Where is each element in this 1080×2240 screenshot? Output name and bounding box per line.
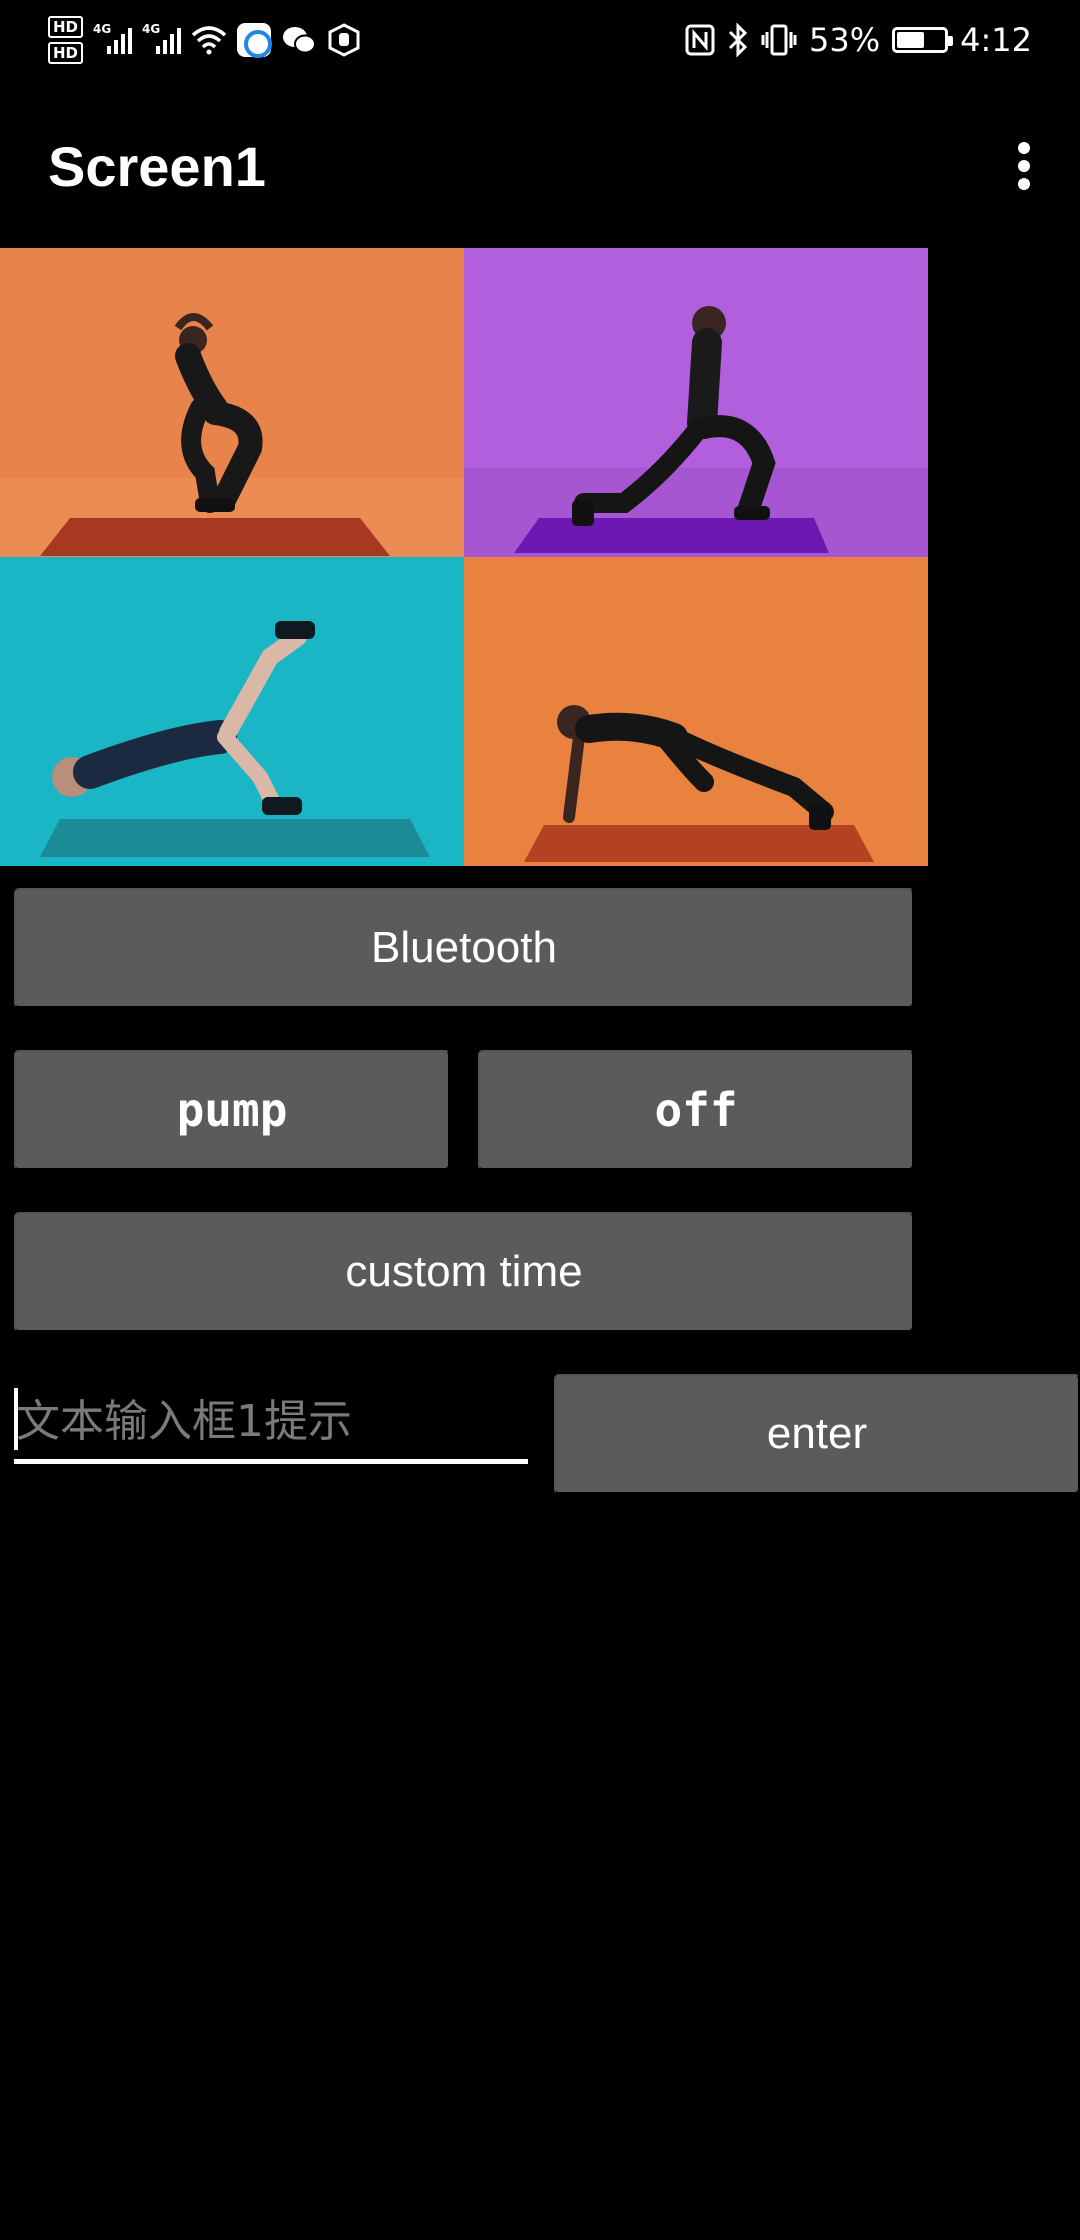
status-right: 53% 4:12 <box>685 10 1032 70</box>
battery-icon <box>892 27 954 53</box>
input-underline <box>14 1459 528 1464</box>
custom-time-button[interactable]: custom time <box>14 1212 914 1332</box>
signal-icon: 4G <box>93 22 133 54</box>
bluetooth-icon <box>728 23 748 57</box>
exercise-image <box>0 248 928 866</box>
hd2-label: HD <box>48 42 84 64</box>
nfc-icon <box>685 24 715 56</box>
network-type-label: 4G <box>142 22 161 36</box>
bluetooth-button[interactable]: Bluetooth <box>14 888 914 1008</box>
vibrate-icon <box>761 24 797 56</box>
glute-bridge-figure <box>0 557 464 866</box>
text-input-container <box>14 1384 528 1464</box>
hd-icon: HD HD <box>48 16 84 64</box>
text-cursor <box>14 1388 18 1450</box>
mountain-climber-tile <box>464 557 928 866</box>
glute-bridge-tile <box>0 557 464 866</box>
app-bar: Screen1 <box>0 100 1080 236</box>
hd1-label: HD <box>48 16 84 38</box>
signal-icon: 4G <box>142 22 182 54</box>
status-left: HD HD 4G 4G <box>48 10 361 70</box>
off-button[interactable]: off <box>478 1050 914 1170</box>
app-notification-icon <box>237 23 273 58</box>
text-input[interactable] <box>14 1384 528 1458</box>
battery-percent: 53% <box>809 21 881 59</box>
more-vert-icon[interactable] <box>1004 136 1044 196</box>
enter-button[interactable]: enter <box>554 1374 1080 1494</box>
clock: 4:12 <box>960 21 1032 59</box>
wifi-icon <box>191 26 227 55</box>
lunge-figure <box>464 248 928 557</box>
pump-button[interactable]: pump <box>14 1050 450 1170</box>
status-bar: HD HD 4G 4G 53% 4:12 <box>0 0 1080 80</box>
hand-icon <box>328 23 360 57</box>
squat-tile <box>0 248 464 557</box>
screen-title: Screen1 <box>48 135 266 198</box>
wechat-icon <box>283 27 317 54</box>
lunge-tile <box>464 248 928 557</box>
network-type-label: 4G <box>93 22 112 36</box>
mountain-climber-figure <box>464 557 928 866</box>
squat-figure <box>0 248 464 557</box>
